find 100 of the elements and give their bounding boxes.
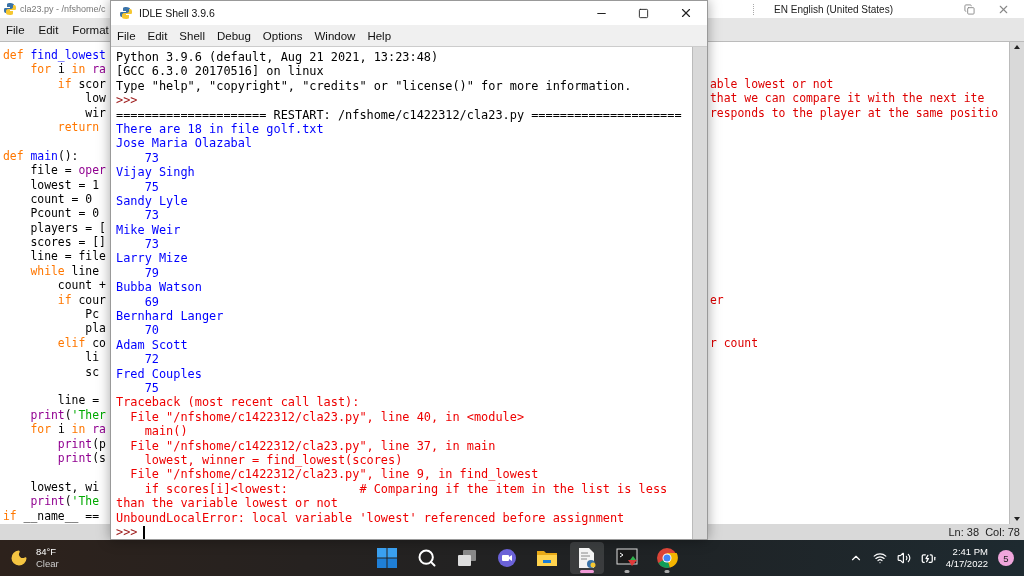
chat-icon[interactable] bbox=[497, 548, 517, 568]
code-line: for i in ra bbox=[29, 422, 106, 437]
menu-item[interactable]: Format bbox=[70, 21, 111, 38]
code-line: if scor bbox=[56, 76, 106, 92]
shell-line: File "/nfshome/c1422312/cla23.py", line 40, in <module> bbox=[129, 409, 525, 425]
code-line: for i in ra bbox=[29, 62, 106, 77]
code-line: lowest = 1 bbox=[29, 177, 99, 192]
search-icon[interactable] bbox=[417, 548, 437, 568]
code-line: count = 0 bbox=[29, 191, 93, 207]
shell-line: if scores[i]<lowest: # Comparing if the item in the list is less bbox=[143, 481, 668, 497]
shell-line: There are 18 in file golf.txt bbox=[116, 121, 324, 137]
code-line: print(p bbox=[56, 436, 106, 451]
shell-line: 70 bbox=[144, 323, 159, 338]
folder-icon[interactable] bbox=[536, 549, 558, 567]
code-line: sc bbox=[84, 364, 99, 379]
code-line: Pc bbox=[84, 307, 99, 322]
shell-line: Adam Scott bbox=[116, 337, 188, 353]
notification-badge[interactable]: 5 bbox=[998, 550, 1014, 566]
code-line: if cour bbox=[56, 292, 106, 308]
shell-line: Jose Maria Olazabal bbox=[116, 136, 253, 151]
moon-icon[interactable] bbox=[10, 549, 28, 567]
task-view-icon[interactable] bbox=[457, 549, 477, 567]
shell-line: Traceback (most recent call last): bbox=[116, 395, 360, 410]
temperature[interactable]: 84°F bbox=[36, 546, 59, 558]
shell-line: File "/nfshome/c1422312/cla23.py", line 37, in main bbox=[129, 438, 496, 453]
shell-line: [GCC 6.3.0 20170516] on linux bbox=[116, 64, 324, 79]
shell-line: Vijay Singh bbox=[116, 165, 195, 180]
shell-line: 79 bbox=[143, 265, 159, 281]
scrollbar[interactable] bbox=[1009, 42, 1024, 524]
code-line: while line bbox=[29, 263, 99, 279]
speaker-icon[interactable] bbox=[896, 551, 911, 565]
menu-item[interactable]: Shell bbox=[177, 27, 207, 44]
code-line: def find_lowest bbox=[2, 48, 106, 63]
shell-line: 69 bbox=[143, 294, 159, 310]
code-line: wir bbox=[84, 105, 106, 120]
code-line: low bbox=[84, 91, 106, 106]
shell-line: Python 3.9.6 (default, Aug 21 2021, 13:23:48) bbox=[116, 50, 439, 65]
python-icon bbox=[3, 2, 17, 16]
code-line: print(s bbox=[56, 450, 106, 466]
document-python-icon[interactable] bbox=[577, 547, 597, 569]
shell-line: lowest, winner = find_lowest(scores) bbox=[143, 452, 403, 468]
weather-condition[interactable]: Clear bbox=[36, 558, 59, 570]
menu-item[interactable]: Debug bbox=[214, 27, 253, 44]
code-line: return bbox=[56, 119, 99, 135]
shell-line: 73 bbox=[143, 150, 159, 166]
code-line: file = oper bbox=[29, 163, 106, 178]
code-comment: responds to the player at the same positio bbox=[710, 105, 1000, 120]
menu-item[interactable]: Window bbox=[312, 27, 358, 44]
shell-line: 75 bbox=[143, 381, 159, 396]
code-line: def main(): bbox=[2, 148, 79, 164]
code-comment: that we can compare it with the next ite bbox=[710, 91, 986, 106]
cursor-position: Ln: 38 Col: 78 bbox=[948, 526, 1020, 538]
shell-line: 72 bbox=[143, 352, 159, 367]
windows-start-icon[interactable] bbox=[377, 548, 397, 568]
code-comment: er bbox=[710, 292, 725, 308]
menu-item[interactable]: Options bbox=[260, 27, 305, 44]
shell-line: Fred Couples bbox=[116, 366, 202, 381]
shell-line: Mike Weir bbox=[116, 222, 181, 238]
shell-line: Bernhard Langer bbox=[116, 309, 224, 324]
shell-line: main() bbox=[143, 424, 188, 439]
terminal-icon[interactable] bbox=[616, 548, 638, 568]
clock-date[interactable]: 4/17/2022 bbox=[945, 558, 988, 570]
shell-line: ===================== RESTART: /nfshome/c1422312/cla23.py ===================== bbox=[116, 107, 682, 122]
code-line: li bbox=[84, 350, 99, 365]
wifi-icon[interactable] bbox=[872, 551, 887, 565]
menu-item[interactable]: Edit bbox=[36, 21, 61, 38]
code-line: print('The bbox=[29, 494, 100, 509]
python-icon bbox=[119, 6, 133, 20]
clock-time[interactable]: 2:41 PM bbox=[952, 546, 988, 558]
window-title: cla23.py - /nfshome/c bbox=[20, 4, 106, 14]
code-line: if __name__ == bbox=[2, 508, 99, 523]
code-line: line = bbox=[56, 393, 99, 408]
browser-icon[interactable] bbox=[656, 547, 678, 569]
menu-item[interactable]: File bbox=[115, 27, 138, 44]
code-comment: r count bbox=[710, 335, 759, 351]
shell-line: File "/nfshome/c1422312/cla23.py", line 9, in find_lowest bbox=[129, 467, 539, 482]
shell-line: UnboundLocalError: local variable 'lowest' referenced before assignment bbox=[116, 510, 625, 525]
shell-line: 73 bbox=[143, 208, 159, 223]
shell-line: 73 bbox=[143, 237, 159, 252]
language-indicator[interactable]: EN English (United States) bbox=[753, 3, 913, 15]
code-line: players = [ bbox=[29, 220, 106, 236]
shell-line: Larry Mize bbox=[116, 251, 188, 266]
menu-item[interactable]: Edit bbox=[145, 27, 170, 44]
code-line: elif co bbox=[56, 335, 106, 351]
shell-line: Bubba Watson bbox=[116, 280, 202, 295]
menu-item[interactable]: Help bbox=[365, 27, 394, 44]
shell-line: Type "help", "copyright", "credits" or "license()" for more information. bbox=[116, 78, 632, 94]
maximize-icon[interactable] bbox=[638, 7, 649, 19]
code-line: count + bbox=[56, 278, 106, 293]
code-comment: able lowest or not bbox=[710, 76, 835, 92]
shell-line: than the variable lowest or not bbox=[116, 496, 338, 511]
code-line: Pcount = 0 bbox=[29, 206, 99, 221]
shell-prompt: >>> bbox=[116, 524, 138, 540]
scrollbar[interactable] bbox=[692, 47, 707, 539]
shell-line: 75 bbox=[143, 179, 159, 194]
menu-item[interactable]: File bbox=[4, 21, 27, 38]
window-title: IDLE Shell 3.9.6 bbox=[139, 7, 215, 19]
shell-line: Sandy Lyle bbox=[116, 193, 188, 209]
code-line: line = file bbox=[29, 249, 106, 264]
close-icon[interactable] bbox=[679, 6, 693, 20]
